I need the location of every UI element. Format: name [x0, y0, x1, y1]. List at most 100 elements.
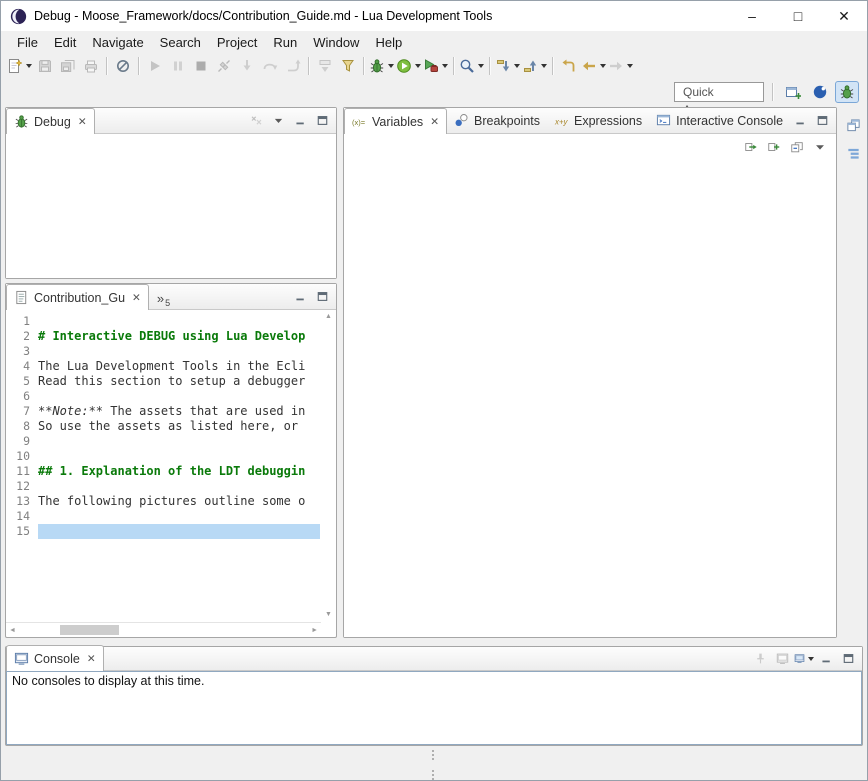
resize-grip[interactable] [432, 770, 436, 774]
dropdown-caret-icon[interactable] [26, 64, 32, 68]
menu-edit[interactable]: Edit [46, 32, 84, 53]
dropdown-caret-icon[interactable] [541, 64, 547, 68]
print-button[interactable] [80, 55, 101, 77]
suspend-button[interactable] [167, 55, 188, 77]
open-perspective-button[interactable] [781, 81, 805, 103]
editor-line[interactable]: 5Read this section to setup a debugger [6, 374, 336, 389]
dropdown-caret-icon[interactable] [600, 64, 606, 68]
display-selected-console-button[interactable] [772, 649, 792, 668]
terminate-button[interactable] [190, 55, 211, 77]
close-icon[interactable]: ✕ [132, 292, 141, 304]
show-logical-structures-button[interactable] [764, 138, 784, 157]
editor-line[interactable]: 13The following pictures outline some o [6, 494, 336, 509]
remove-terminated-button[interactable] [246, 111, 266, 130]
dropdown-caret-icon[interactable] [442, 64, 448, 68]
tab-contribution-guide[interactable]: Contribution_Gu ✕ [6, 284, 149, 310]
maximize-view-button[interactable] [312, 287, 332, 306]
window-maximize-button[interactable]: □ [775, 1, 821, 31]
restore-view-button[interactable] [843, 115, 863, 135]
menu-search[interactable]: Search [152, 32, 209, 53]
close-icon[interactable]: ✕ [430, 116, 439, 128]
next-annotation-button[interactable] [495, 55, 520, 77]
variables-content[interactable] [344, 160, 836, 637]
editor-line[interactable]: 6 [6, 389, 336, 404]
scroll-left-icon[interactable]: ◄ [9, 627, 16, 634]
maximize-view-button[interactable] [838, 649, 858, 668]
quick-access-input[interactable]: Quick Access [674, 82, 764, 102]
disconnect-button[interactable] [213, 55, 234, 77]
maximize-view-button[interactable] [312, 111, 332, 130]
last-edit-location-button[interactable] [558, 55, 579, 77]
step-over-button[interactable] [259, 55, 280, 77]
tab-console[interactable]: Console ✕ [6, 645, 104, 671]
open-console-button[interactable] [794, 649, 814, 668]
tab-breakpoints[interactable]: Breakpoints [447, 108, 547, 133]
window-close-button[interactable]: ✕ [821, 1, 867, 31]
editor-lines[interactable]: 12# Interactive DEBUG using Lua Develop3… [6, 310, 336, 622]
save-button[interactable] [34, 55, 55, 77]
close-icon[interactable]: ✕ [87, 653, 96, 665]
minimize-view-button[interactable] [290, 111, 310, 130]
forward-button[interactable] [608, 55, 633, 77]
previous-annotation-button[interactable] [522, 55, 547, 77]
scroll-up-icon[interactable]: ▲ [325, 313, 332, 320]
scroll-right-icon[interactable]: ► [311, 627, 318, 634]
back-button[interactable] [581, 55, 606, 77]
debug-button[interactable] [369, 55, 394, 77]
minimize-view-button[interactable] [816, 649, 836, 668]
menu-navigate[interactable]: Navigate [84, 32, 151, 53]
editor-line[interactable]: 4The Lua Development Tools in the Ecli [6, 359, 336, 374]
minimize-view-button[interactable] [290, 287, 310, 306]
editor-line[interactable]: 10 [6, 449, 336, 464]
scrollbar-thumb[interactable] [60, 625, 120, 635]
save-all-button[interactable] [57, 55, 78, 77]
dropdown-caret-icon[interactable] [514, 64, 520, 68]
new-wizard-button[interactable] [7, 55, 32, 77]
collapse-all-button[interactable] [787, 138, 807, 157]
editor-tab-overflow[interactable]: » 5 [149, 291, 178, 309]
tab-debug[interactable]: Debug ✕ [6, 108, 95, 134]
editor-line[interactable]: 3 [6, 344, 336, 359]
minimize-view-button[interactable] [790, 111, 810, 130]
debug-perspective-button[interactable] [835, 81, 859, 103]
close-icon[interactable]: ✕ [78, 116, 87, 128]
dropdown-caret-icon[interactable] [415, 64, 421, 68]
editor-line[interactable]: 2# Interactive DEBUG using Lua Develop [6, 329, 336, 344]
dropdown-caret-icon[interactable] [478, 64, 484, 68]
lua-perspective-button[interactable] [808, 81, 832, 103]
scroll-down-icon[interactable]: ▼ [325, 611, 332, 618]
skip-all-breakpoints-button[interactable] [112, 55, 133, 77]
external-tools-button[interactable] [423, 55, 448, 77]
tab-interactive-console[interactable]: Interactive Console [649, 108, 790, 133]
editor-line[interactable]: 12 [6, 479, 336, 494]
menu-help[interactable]: Help [367, 32, 410, 53]
use-step-filters-button[interactable] [337, 55, 358, 77]
editor-line[interactable]: 8So use the assets as listed here, or [6, 419, 336, 434]
menu-file[interactable]: File [9, 32, 46, 53]
outline-view-button[interactable] [843, 144, 863, 164]
editor-vertical-scrollbar[interactable]: ▲ ▼ [321, 310, 336, 621]
step-into-button[interactable] [236, 55, 257, 77]
search-button[interactable] [459, 55, 484, 77]
dropdown-caret-icon[interactable] [808, 657, 814, 661]
view-menu-button[interactable] [810, 138, 830, 157]
editor-line[interactable]: 14 [6, 509, 336, 524]
drop-to-frame-button[interactable] [314, 55, 335, 77]
tab-expressions[interactable]: x+y Expressions [547, 108, 649, 133]
menu-run[interactable]: Run [265, 32, 305, 53]
resume-button[interactable] [144, 55, 165, 77]
step-return-button[interactable] [282, 55, 303, 77]
run-button[interactable] [396, 55, 421, 77]
window-minimize-button[interactable]: – [729, 1, 775, 31]
editor-line[interactable]: 1 [6, 314, 336, 329]
pin-console-button[interactable] [750, 649, 770, 668]
editor-line[interactable]: 7**Note:** The assets that are used in [6, 404, 336, 419]
view-menu-button[interactable] [268, 111, 288, 130]
editor-horizontal-scrollbar[interactable]: ◄ ► [6, 622, 321, 637]
editor-line[interactable]: 11## 1. Explanation of the LDT debuggin [6, 464, 336, 479]
sash-grip[interactable] [432, 750, 436, 754]
debug-view-content[interactable] [6, 134, 336, 278]
maximize-view-button[interactable] [812, 111, 832, 130]
menu-window[interactable]: Window [305, 32, 367, 53]
dropdown-caret-icon[interactable] [388, 64, 394, 68]
